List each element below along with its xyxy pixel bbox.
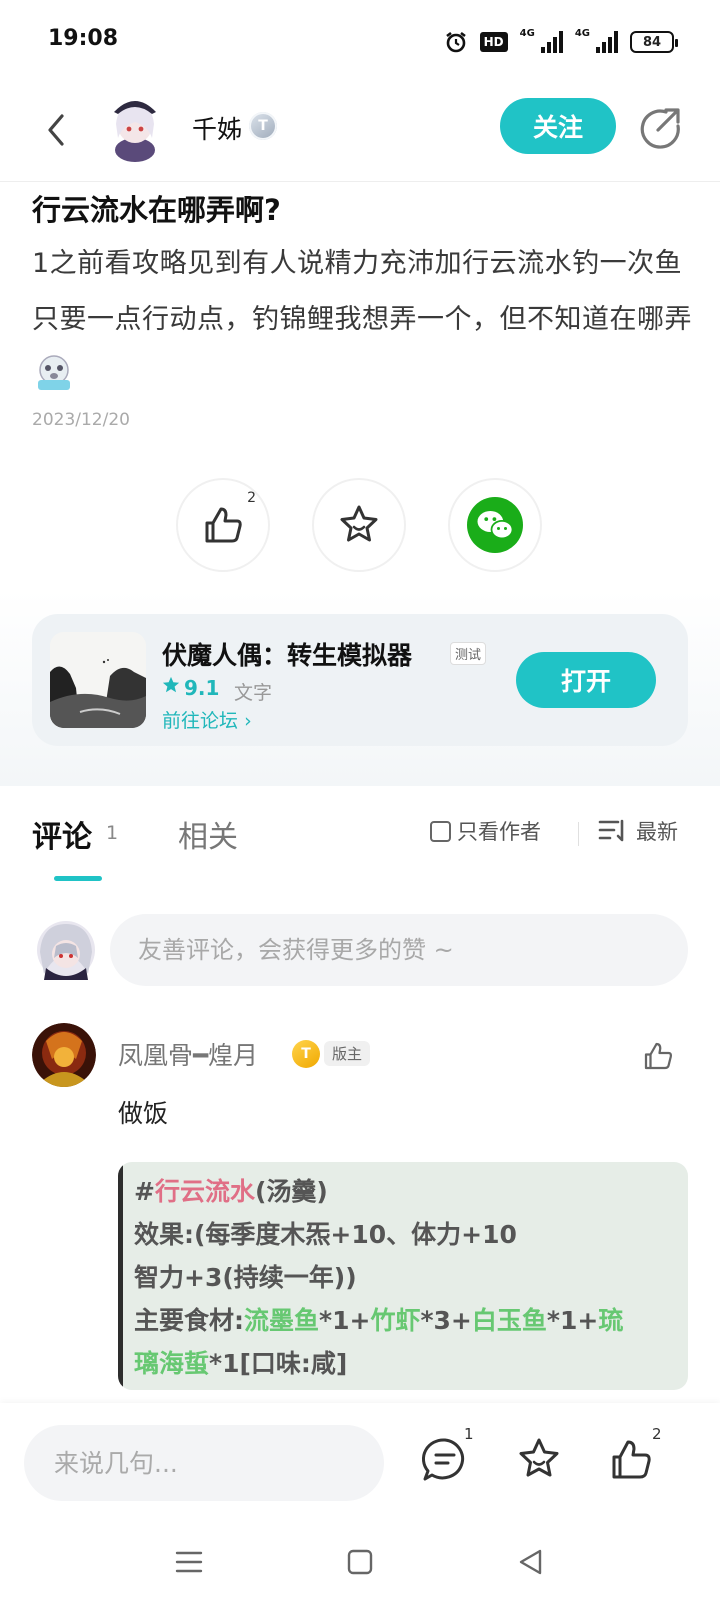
comment-input-row bbox=[0, 912, 720, 988]
comment-count: 1 bbox=[464, 1425, 474, 1443]
comment-like-icon[interactable] bbox=[640, 1038, 676, 1074]
ingredient-2: 竹虾 bbox=[370, 1306, 421, 1335]
app-forum-link[interactable]: 前往论坛 › bbox=[162, 706, 252, 733]
author-level-badge: T bbox=[249, 112, 277, 140]
recipe-line-3: 智力+3(持续一年)) bbox=[134, 1263, 357, 1292]
signal-icon bbox=[596, 31, 618, 53]
app-rating: 9.1 bbox=[184, 676, 220, 700]
tab-related[interactable]: 相关 bbox=[178, 812, 238, 856]
recipe-line-2: 效果:(每季度木炁+10、体力+10 bbox=[134, 1220, 517, 1249]
status-icons: HD 4G 4G 84 bbox=[444, 28, 678, 56]
comment-tabs: 评论 1 相关 只看作者 最新 bbox=[0, 786, 720, 882]
checkbox-icon bbox=[430, 820, 451, 842]
like-button[interactable]: 2 bbox=[176, 478, 270, 572]
ingredient-1-qty: *1+ bbox=[319, 1306, 371, 1335]
network-type-2: 4G bbox=[574, 28, 590, 39]
app-icon bbox=[50, 632, 146, 728]
commenter-name[interactable]: 凤凰骨━煌月 bbox=[118, 1036, 258, 1072]
favorite-button[interactable] bbox=[312, 478, 406, 572]
thumbs-up-icon bbox=[205, 507, 242, 543]
post-content: 行云流水在哪弄啊? 1之前看攻略见到有人说精力充沛加行云流水钓一次鱼只要一点行动… bbox=[32, 182, 692, 430]
open-app-button[interactable]: 打开 bbox=[516, 652, 656, 708]
hd-icon: HD bbox=[479, 32, 508, 52]
wechat-icon bbox=[467, 497, 523, 553]
status-bar: 19:08 HD 4G 4G 84 bbox=[0, 0, 720, 84]
star-icon bbox=[340, 505, 378, 542]
ingredient-4-part1: 琉 bbox=[598, 1306, 624, 1335]
post-date: 2023/12/20 bbox=[32, 410, 130, 430]
back-button[interactable] bbox=[36, 106, 76, 154]
recipe-type: (汤羹) bbox=[254, 1177, 328, 1206]
alarm-icon bbox=[445, 31, 466, 53]
author-only-toggle[interactable]: 只看作者 bbox=[430, 816, 541, 846]
ingredient-2-qty: *3+ bbox=[420, 1306, 472, 1335]
share-icon[interactable] bbox=[636, 104, 684, 152]
sort-button[interactable]: 最新 bbox=[598, 816, 678, 846]
chevron-right-icon: › bbox=[244, 710, 252, 732]
app-genre: 文字 bbox=[234, 682, 273, 704]
ingredient-4-part2: 璃海蜇 bbox=[134, 1349, 210, 1378]
post-body: 1之前看攻略见到有人说精力充沛加行云流水钓一次鱼只要一点行动点，钓锦鲤我想弄一个… bbox=[32, 236, 692, 404]
app-forum-label: 前往论坛 bbox=[162, 710, 239, 732]
ingredient-1: 流墨鱼 bbox=[244, 1306, 320, 1335]
post-title: 行云流水在哪弄啊? bbox=[32, 193, 281, 227]
app-name: 伏魔人偶：转生模拟器 bbox=[162, 641, 413, 670]
app-test-tag: 测试 bbox=[450, 642, 487, 665]
share-wechat-button[interactable] bbox=[448, 478, 542, 572]
clock-time: 19:08 bbox=[48, 26, 119, 51]
tab-comments[interactable]: 评论 bbox=[32, 812, 92, 856]
app-card[interactable]: 伏魔人偶：转生模拟器 测试 9.1 文字 前往论坛 › 打开 bbox=[32, 614, 688, 746]
tab-active-indicator bbox=[54, 876, 102, 881]
comment-text: 做饭 bbox=[118, 1099, 169, 1128]
post-body-text: 1之前看攻略见到有人说精力充沛加行云流水钓一次鱼只要一点行动点，钓锦鲤我想弄一个… bbox=[32, 248, 692, 335]
crying-face-emoji bbox=[38, 355, 70, 390]
my-avatar bbox=[37, 921, 95, 980]
like-count: 2 bbox=[652, 1425, 662, 1443]
divider bbox=[578, 822, 579, 846]
menu-icon[interactable] bbox=[174, 1547, 204, 1577]
hash-symbol: # bbox=[134, 1177, 155, 1206]
commenter-avatar[interactable] bbox=[32, 1023, 96, 1087]
network-type-1: 4G bbox=[519, 28, 535, 39]
recipe-line-5: 璃海蜇*1[口味:咸] bbox=[134, 1344, 347, 1380]
signal-icon bbox=[540, 31, 563, 53]
back-arrow-icon bbox=[48, 114, 64, 146]
app-card-section: 伏魔人偶：转生模拟器 测试 9.1 文字 前往论坛 › 打开 bbox=[0, 590, 720, 786]
commenter-level-badge: T bbox=[292, 1040, 320, 1068]
post-header: 千姊 T 关注 bbox=[0, 84, 720, 182]
follow-button[interactable]: 关注 bbox=[500, 98, 616, 154]
moderator-badge: 版主 bbox=[324, 1041, 371, 1066]
rating-star-icon bbox=[162, 676, 180, 693]
sort-label: 最新 bbox=[636, 820, 678, 844]
thumbs-up-icon[interactable] bbox=[606, 1435, 656, 1485]
comment-icon[interactable] bbox=[420, 1435, 470, 1485]
ingredient-3-qty: *1+ bbox=[546, 1306, 599, 1335]
ingredient-4-qty: *1[口味:咸] bbox=[209, 1349, 348, 1378]
recipe-line-1: #行云流水(汤羹) bbox=[134, 1172, 328, 1208]
author-name[interactable]: 千姊 bbox=[192, 110, 242, 146]
post-actions: 2 bbox=[0, 478, 720, 574]
ingredient-3: 白玉鱼 bbox=[471, 1306, 547, 1335]
star-icon[interactable] bbox=[514, 1435, 564, 1485]
ingredients-prefix: 主要食材: bbox=[134, 1306, 244, 1335]
recipe-name: 行云流水 bbox=[154, 1177, 255, 1206]
system-nav-bar bbox=[0, 1511, 720, 1608]
tab-comments-count: 1 bbox=[106, 822, 119, 844]
battery-icon: 84 bbox=[630, 31, 678, 53]
back-triangle-icon[interactable] bbox=[516, 1547, 546, 1577]
recipe-line-4: 主要食材:流墨鱼*1+竹虾*3+白玉鱼*1+琉 bbox=[134, 1301, 623, 1337]
comment-input[interactable] bbox=[110, 914, 688, 986]
sort-icon bbox=[598, 819, 624, 842]
home-square-icon[interactable] bbox=[345, 1547, 375, 1577]
quick-comment-input[interactable] bbox=[24, 1425, 384, 1501]
recipe-image[interactable]: #行云流水(汤羹) 效果:(每季度木炁+10、体力+10 智力+3(持续一年))… bbox=[118, 1162, 688, 1390]
author-only-label: 只看作者 bbox=[457, 820, 541, 844]
bottom-action-bar: 1 2 bbox=[0, 1403, 720, 1511]
author-avatar[interactable] bbox=[108, 92, 162, 162]
like-count: 2 bbox=[247, 490, 256, 506]
